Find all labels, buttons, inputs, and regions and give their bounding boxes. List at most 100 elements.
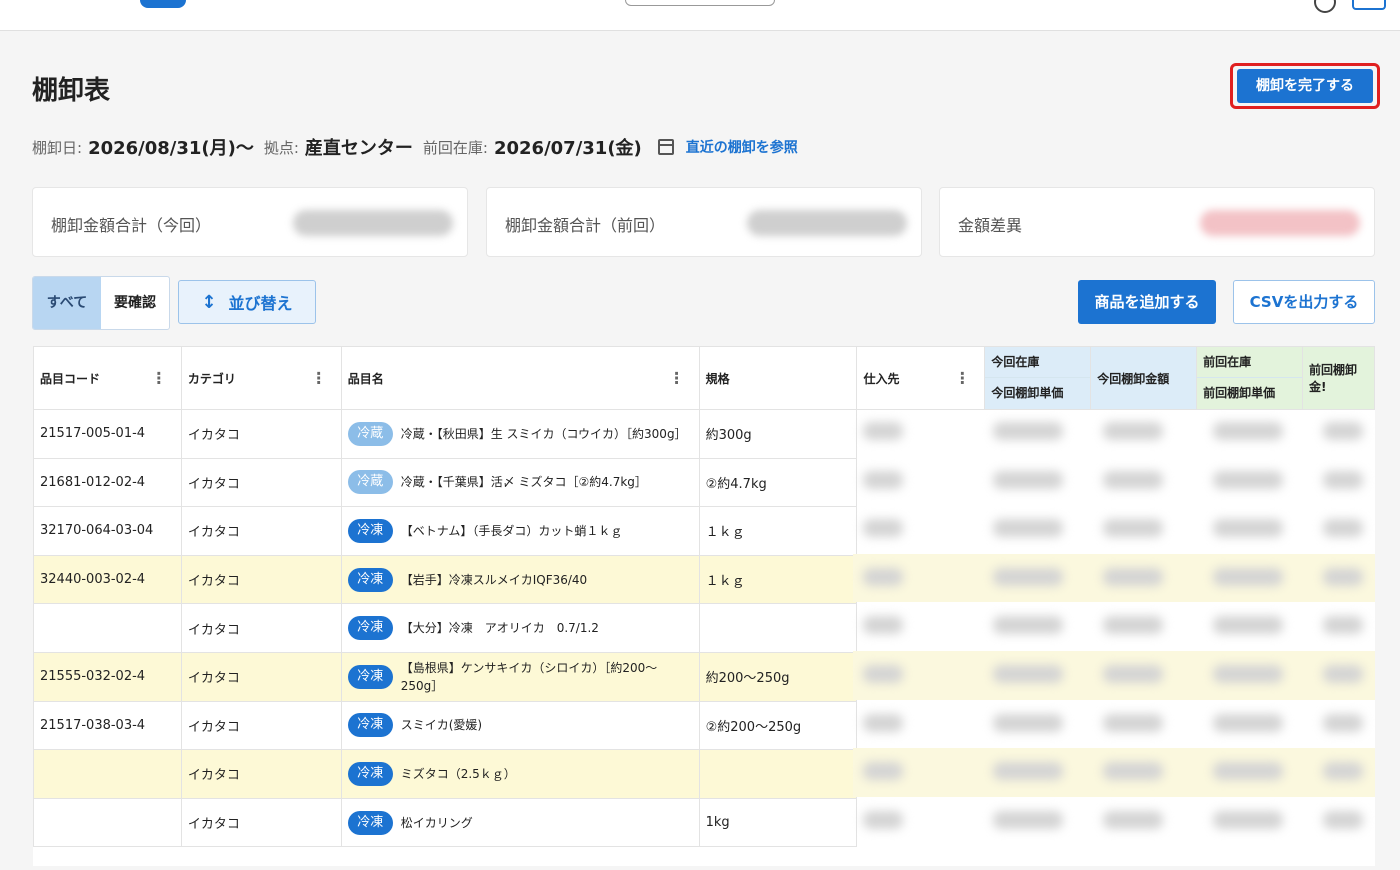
cell-name[interactable]: 冷凍 【ベトナム】（手長ダコ）カット蛸１ｋｇ <box>340 506 700 556</box>
blurred-value <box>863 422 903 440</box>
temperature-badge: 冷蔵 <box>347 421 393 446</box>
cell-category[interactable]: イカタコ <box>180 603 342 653</box>
cell-code[interactable]: 21555-032-02-4 <box>33 651 182 702</box>
cell-code[interactable] <box>33 603 182 653</box>
blurred-value <box>1103 665 1163 683</box>
blurred-value <box>1323 422 1363 440</box>
cell-category[interactable]: イカタコ <box>180 700 342 751</box>
cell-code[interactable]: 21681-012-02-4 <box>33 457 182 508</box>
add-product-button[interactable]: 商品を追加する <box>1078 280 1216 324</box>
blurred-value <box>863 470 903 489</box>
cell-code[interactable]: 32440-003-02-4 <box>33 554 182 605</box>
blurred-value <box>993 567 1063 586</box>
cell-code[interactable]: 32170-064-03-04 <box>33 506 182 556</box>
cell-category[interactable]: イカタコ <box>180 651 342 702</box>
blurred-value <box>1103 470 1163 489</box>
column-menu-icon[interactable]: ⋮ <box>954 369 970 388</box>
blurred-value <box>1213 422 1283 440</box>
blurred-value <box>1323 713 1363 732</box>
base-value: 産直センター <box>304 138 413 159</box>
temperature-badge: 冷凍 <box>347 664 393 689</box>
blurred-value <box>1323 567 1363 586</box>
filter-needs-check[interactable]: 要確認 <box>101 277 169 329</box>
calendar-icon[interactable] <box>657 139 674 155</box>
blurred-row <box>853 457 1375 506</box>
blurred-value <box>1323 665 1363 683</box>
cell-spec[interactable] <box>698 749 858 799</box>
blurred-value <box>1213 519 1283 538</box>
blurred-value <box>1213 810 1283 829</box>
cell-name[interactable]: 冷蔵 冷蔵・【秋田県】生 スミイカ（コウイカ）［約300g］ <box>340 409 700 459</box>
item-name: 【大分】冷凍 アオリイカ 0.7/1.2 <box>400 621 599 636</box>
cell-code[interactable] <box>33 749 182 799</box>
app-logo[interactable] <box>140 0 186 8</box>
column-menu-icon[interactable]: ⋮ <box>151 369 167 388</box>
page-title: 棚卸表 <box>32 76 111 106</box>
cell-category[interactable]: イカタコ <box>180 797 342 848</box>
help-icon[interactable] <box>1314 0 1336 13</box>
sort-button[interactable]: ↕ 並び替え <box>178 280 316 324</box>
recent-inventory-link[interactable]: 直近の棚卸を参照 <box>686 137 798 157</box>
col-header-name[interactable]: 品目名 ⋮ <box>340 346 700 410</box>
summary-card-diff: 金額差異 <box>939 187 1375 257</box>
cell-code[interactable]: 21517-038-03-4 <box>33 700 182 751</box>
temperature-badge: 冷凍 <box>347 616 393 641</box>
filter-all[interactable]: すべて <box>33 277 101 329</box>
cell-code[interactable]: 21517-005-01-4 <box>33 409 182 459</box>
blurred-value <box>1103 713 1163 732</box>
date-value: 2026/08/31(月)〜 <box>88 138 254 159</box>
blurred-value <box>863 713 903 732</box>
column-menu-icon[interactable]: ⋮ <box>669 369 685 388</box>
col-header-cur-amount[interactable]: 今回棚卸金額 <box>1090 346 1198 410</box>
item-name: 冷蔵・【秋田県】生 スミイカ（コウイカ）［約300g］ <box>400 426 687 441</box>
cell-spec[interactable]: 約200〜250g <box>698 651 858 702</box>
item-name: スミイカ(愛媛) <box>400 718 483 733</box>
col-header-spec[interactable]: 規格 <box>698 346 858 410</box>
account-icon[interactable] <box>1352 0 1386 10</box>
summary-label: 棚卸金額合計（前回） <box>505 216 666 235</box>
blurred-row <box>853 651 1375 700</box>
cell-spec[interactable] <box>698 603 858 653</box>
blurred-value <box>863 762 903 781</box>
cell-name[interactable]: 冷凍 【大分】冷凍 アオリイカ 0.7/1.2 <box>340 603 700 653</box>
temperature-badge: 冷凍 <box>347 810 393 835</box>
col-header-cur-unit: 今回棚卸単価 <box>991 386 1064 400</box>
blurred-value <box>993 665 1063 683</box>
summary-value-blurred <box>1200 210 1360 236</box>
cell-name[interactable]: 冷凍 スミイカ(愛媛) <box>340 700 700 751</box>
blurred-row <box>853 602 1375 651</box>
export-csv-button[interactable]: CSVを出力する <box>1233 280 1375 324</box>
col-header-supplier[interactable]: 仕入先 ⋮ <box>856 346 986 410</box>
cell-category[interactable]: イカタコ <box>180 409 342 459</box>
finish-inventory-button[interactable]: 棚卸を完了する <box>1237 69 1373 103</box>
cell-name[interactable]: 冷蔵 冷蔵・【千葉県】活〆 ミズタコ［②約4.7kg］ <box>340 457 700 508</box>
cell-spec[interactable]: ②約4.7kg <box>698 457 858 508</box>
col-header-current-stock[interactable]: 今回在庫 今回棚卸単価 <box>984 346 1092 410</box>
cell-spec[interactable]: １ｋｇ <box>698 554 858 605</box>
cell-category[interactable]: イカタコ <box>180 554 342 605</box>
column-menu-icon[interactable]: ⋮ <box>311 369 327 388</box>
col-header-previous-stock[interactable]: 前回在庫 前回棚卸単価 <box>1196 346 1303 410</box>
cell-name[interactable]: 冷凍【島根県】ケンサキイカ（シロイカ）［約200〜250g］ <box>340 651 700 702</box>
cell-name[interactable]: 冷凍 松イカリング <box>340 797 700 848</box>
cell-name[interactable]: 冷凍 【岩手】冷凍スルメイカIQF36/40 <box>340 554 700 605</box>
col-header-category[interactable]: カテゴリ ⋮ <box>180 346 342 410</box>
cell-spec[interactable]: 約300g <box>698 409 858 459</box>
temperature-badge: 冷凍 <box>347 518 393 543</box>
col-header-code[interactable]: 品目コード ⋮ <box>33 346 182 410</box>
col-header-prev-amount[interactable]: 前回棚卸金! <box>1302 346 1375 410</box>
cell-spec[interactable]: 1kg <box>698 797 858 848</box>
cell-category[interactable]: イカタコ <box>180 506 342 556</box>
cell-category[interactable]: イカタコ <box>180 457 342 508</box>
cell-code[interactable] <box>33 797 182 848</box>
cell-name[interactable]: 冷凍 ミズタコ（2.5ｋｇ） <box>340 749 700 799</box>
blurred-value <box>1103 422 1163 440</box>
blurred-value <box>863 810 903 829</box>
cell-spec[interactable]: １ｋｇ <box>698 506 858 556</box>
item-name: 【島根県】ケンサキイカ（シロイカ）［約200〜250g］ <box>400 660 658 693</box>
top-bar <box>0 0 1400 31</box>
blurred-value <box>1213 470 1283 489</box>
cell-category[interactable]: イカタコ <box>180 749 342 799</box>
cell-spec[interactable]: ②約200〜250g <box>698 700 858 751</box>
store-selector[interactable] <box>625 0 775 6</box>
